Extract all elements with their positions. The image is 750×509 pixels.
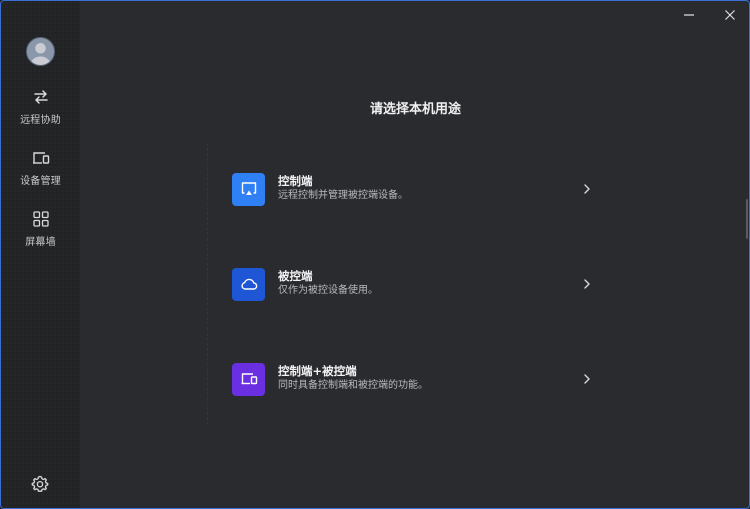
sidebar-item-remote-assist[interactable]: 远程协助 [1, 87, 80, 137]
minimize-icon [684, 14, 694, 16]
option-title: 控制端+被控端 [278, 364, 357, 378]
swap-arrows-icon [33, 90, 48, 104]
devices-icon [32, 152, 49, 164]
sidebar: 远程协助 设备管理 屏幕墙 [1, 1, 80, 508]
option-controller-and-controlled[interactable]: 控制端+被控端 同时具备控制端和被控端的功能。 [207, 333, 607, 425]
grid-icon [32, 211, 49, 227]
option-icon-box [232, 267, 265, 301]
chevron-right-icon [584, 279, 590, 289]
option-controller[interactable]: 控制端 远程控制并管理被控端设备。 [207, 143, 607, 235]
option-title: 被控端 [278, 269, 313, 283]
option-icon-box [232, 362, 265, 396]
sidebar-item-label: 远程协助 [20, 115, 61, 126]
chevron-right-icon [584, 184, 590, 194]
close-icon [725, 10, 735, 20]
option-description: 同时具备控制端和被控端的功能。 [278, 380, 428, 391]
option-description: 仅作为被控设备使用。 [278, 285, 378, 296]
option-title: 控制端 [278, 174, 313, 188]
cloud-icon [240, 278, 257, 290]
user-avatar[interactable] [26, 37, 55, 66]
sidebar-item-screen-wall[interactable]: 屏幕墙 [1, 209, 80, 259]
airplay-icon [241, 182, 256, 195]
sidebar-item-label: 屏幕墙 [25, 237, 56, 248]
app-window: 远程协助 设备管理 屏幕墙 请选择本机用途 控制端 远程控制并管理被控端设备。 … [0, 0, 750, 509]
close-button[interactable] [718, 4, 742, 26]
option-description: 远程控制并管理被控端设备。 [278, 190, 408, 201]
option-icon-box [232, 172, 265, 206]
option-text: 被控端 仅作为被控设备使用。 [278, 269, 378, 298]
gear-icon[interactable] [30, 474, 50, 494]
option-controlled[interactable]: 被控端 仅作为被控设备使用。 [207, 238, 607, 330]
minimize-button[interactable] [677, 4, 701, 26]
scrollbar-thumb[interactable] [746, 199, 748, 239]
option-text: 控制端+被控端 同时具备控制端和被控端的功能。 [278, 364, 428, 393]
sidebar-item-label: 设备管理 [20, 176, 61, 187]
option-text: 控制端 远程控制并管理被控端设备。 [278, 174, 408, 203]
devices-icon [241, 373, 257, 385]
chevron-right-icon [584, 374, 590, 384]
page-title: 请选择本机用途 [369, 102, 461, 117]
sidebar-item-device-management[interactable]: 设备管理 [1, 148, 80, 198]
